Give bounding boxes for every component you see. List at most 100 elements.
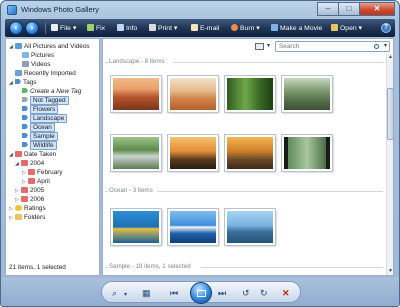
view-options-dropdown[interactable]: ▾ <box>267 42 270 49</box>
tree-item-february[interactable]: ▷ February <box>22 168 63 177</box>
scrollbar-thumb[interactable] <box>387 88 394 140</box>
photo-gallery-window: Windows Photo Gallery – □ ✕ ‹ › File ▾ F… <box>0 0 400 307</box>
back-button[interactable]: ‹ <box>9 21 23 35</box>
tree-item-all-pictures[interactable]: ◢ All Pictures and Videos <box>9 42 90 51</box>
open-menu[interactable]: Open ▾ <box>331 24 362 32</box>
photo-thumbnail[interactable] <box>225 135 275 171</box>
minimize-button[interactable]: – <box>317 2 339 16</box>
email-icon <box>191 24 198 31</box>
photo-thumbnail[interactable] <box>168 76 218 112</box>
group-header-ocean[interactable]: Ocean - 3 items <box>103 187 383 195</box>
photo-thumbnail[interactable] <box>225 209 275 245</box>
tree-item-tags[interactable]: ◢ Tags <box>9 78 37 87</box>
close-button[interactable]: ✕ <box>359 2 395 16</box>
window-title: Windows Photo Gallery <box>21 5 99 14</box>
fix-button[interactable]: Fix <box>87 24 105 32</box>
info-icon <box>117 24 124 31</box>
video-thumbnail[interactable] <box>282 135 332 171</box>
toolbar-separator <box>45 22 46 34</box>
rotate-right-icon[interactable]: ↻ <box>260 288 268 298</box>
photo-thumbnail[interactable] <box>282 76 332 112</box>
tree-item-sample[interactable]: Sample <box>22 132 58 141</box>
navigation-pane: ◢ All Pictures and Videos Pictures Videos… <box>5 38 100 276</box>
email-button[interactable]: E-mail <box>191 24 219 32</box>
photo-thumbnail[interactable] <box>111 135 161 171</box>
calendar-icon <box>28 178 35 184</box>
search-icon[interactable] <box>374 44 379 49</box>
collapse-icon[interactable]: ◢ <box>9 79 15 88</box>
tree-item-videos[interactable]: Videos <box>22 60 50 69</box>
zoom-icon[interactable]: ⌕ <box>112 288 117 298</box>
toolbar: ‹ › File ▾ Fix Info Print ▾ E-mail Burn … <box>5 19 395 37</box>
photo-thumbnail[interactable] <box>225 76 275 112</box>
tree-item-date-taken[interactable]: ◢ Date Taken <box>9 150 56 159</box>
tree-item-folders[interactable]: ▷ Folders <box>9 213 45 222</box>
tree-item-recently-imported[interactable]: Recently Imported <box>15 69 76 78</box>
tree-item-2005[interactable]: ▷ 2005 <box>15 186 44 195</box>
tree-item-ocean[interactable]: Ocean <box>22 123 55 132</box>
create-new-tag-link[interactable]: Create a New Tag <box>22 87 81 96</box>
tag-icon <box>22 106 28 111</box>
tree-item-pictures[interactable]: Pictures <box>22 51 54 60</box>
search-input[interactable]: Search <box>279 43 299 50</box>
burn-icon <box>231 24 238 31</box>
movie-icon <box>271 24 278 31</box>
picture-icon <box>22 52 29 58</box>
tree-item-wildlife[interactable]: Wildlife <box>22 141 57 150</box>
help-icon[interactable]: ? <box>381 23 391 33</box>
window-controls: – □ ✕ <box>317 2 395 17</box>
rotate-left-icon[interactable]: ↺ <box>242 288 250 298</box>
search-box[interactable]: Search ▾ <box>275 41 390 52</box>
playback-controls: ⌕ ▾ ▦ ⏮ ⏭ ↺ ↻ ✕ <box>101 281 301 304</box>
thumbnail-area: ▾ Search ▾ Landscape - 8 items Ocean - 3… <box>102 38 394 276</box>
next-icon[interactable]: ⏭ <box>218 288 226 298</box>
burn-menu[interactable]: Burn ▾ <box>231 24 260 32</box>
calendar-icon <box>15 151 22 157</box>
tree-item-2004[interactable]: ◢ 2004 <box>15 159 44 168</box>
tree-item-2006[interactable]: ▷ 2006 <box>15 195 44 204</box>
tag-icon <box>22 124 28 129</box>
file-icon <box>51 24 58 31</box>
photo-thumbnail[interactable] <box>168 135 218 171</box>
tree-item-april[interactable]: ▷ April <box>22 177 50 186</box>
bottom-control-bar: ⌕ ▾ ▦ ⏮ ⏭ ↺ ↻ ✕ <box>1 278 399 306</box>
slideshow-icon <box>197 290 206 297</box>
make-movie-button[interactable]: Make a Movie <box>271 24 322 32</box>
thumbnail-view-icon[interactable] <box>255 43 264 50</box>
title-bar: Windows Photo Gallery – □ ✕ <box>1 1 399 19</box>
group-divider <box>173 62 383 63</box>
group-header-sample[interactable]: Sample - 18 items, 1 selected <box>103 263 383 271</box>
previous-icon[interactable]: ⏮ <box>170 288 178 298</box>
actual-size-icon[interactable]: ▦ <box>142 288 151 298</box>
group-header-landscape[interactable]: Landscape - 8 items <box>103 58 383 66</box>
photo-thumbnail[interactable] <box>111 209 161 245</box>
delete-icon[interactable]: ✕ <box>282 288 290 298</box>
forward-button[interactable]: › <box>25 21 39 35</box>
info-button[interactable]: Info <box>117 24 137 32</box>
tree-item-landscape[interactable]: Landscape <box>22 114 68 123</box>
import-icon <box>15 70 22 76</box>
print-menu[interactable]: Print ▾ <box>149 24 177 32</box>
scroll-up-icon[interactable]: ▲ <box>387 54 394 61</box>
search-options-icon[interactable]: ▾ <box>384 42 387 49</box>
tree-item-flowers[interactable]: Flowers <box>22 105 59 114</box>
tree-item-ratings[interactable]: ▷ Ratings <box>9 204 46 213</box>
status-text: 21 items, 1 selected <box>9 264 66 271</box>
group-divider <box>201 267 383 268</box>
photo-thumbnail[interactable] <box>111 76 161 112</box>
file-menu[interactable]: File ▾ <box>51 24 76 32</box>
folder-icon <box>15 214 22 220</box>
slideshow-button[interactable] <box>190 282 212 304</box>
zoom-dropdown[interactable]: ▾ <box>124 290 127 300</box>
scroll-down-icon[interactable]: ▼ <box>387 268 394 275</box>
open-icon <box>331 24 338 31</box>
group-divider <box>105 62 108 63</box>
tree-item-not-tagged[interactable]: Not Tagged <box>22 96 69 105</box>
calendar-icon <box>21 187 28 193</box>
maximize-button[interactable]: □ <box>338 2 360 16</box>
photo-thumbnail[interactable] <box>168 209 218 245</box>
vertical-scrollbar[interactable]: ▲ ▼ <box>386 54 394 275</box>
add-tag-icon <box>22 88 28 93</box>
print-icon <box>149 24 156 31</box>
group-divider <box>157 191 383 192</box>
